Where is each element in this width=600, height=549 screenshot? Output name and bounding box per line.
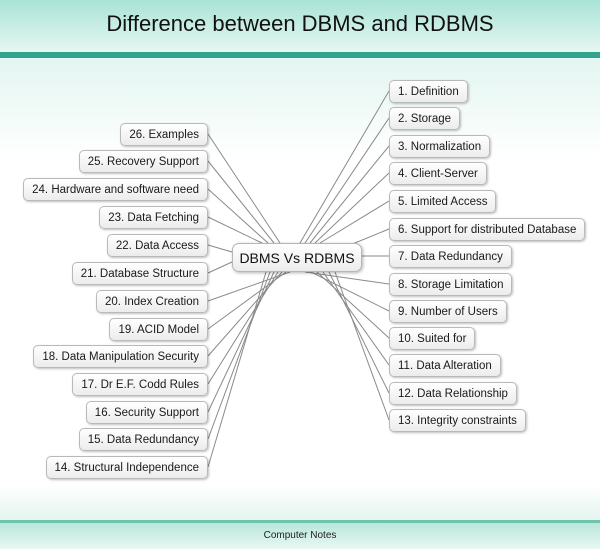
connector-line-right: [316, 271, 390, 339]
branch-node-right[interactable]: 7. Data Redundancy: [389, 244, 512, 268]
connector-line-right: [319, 200, 390, 244]
connector-line-right: [328, 271, 390, 394]
branch-node-left[interactable]: 24. Hardware and software need: [23, 177, 208, 201]
connector-line-left: [207, 188, 269, 244]
branch-node-right[interactable]: 12. Data Relationship: [389, 381, 517, 405]
branch-node-left[interactable]: 17. Dr E.F. Codd Rules: [72, 372, 208, 396]
connector-line-right: [309, 145, 390, 244]
branch-node-right[interactable]: 6. Support for distributed Database: [389, 217, 586, 241]
branch-node-left[interactable]: 21. Database Structure: [71, 261, 208, 285]
connector-line-right: [304, 117, 390, 244]
branch-node-left[interactable]: 14. Structural Independence: [45, 455, 208, 479]
connector-line-left: [207, 244, 233, 253]
branch-node-right[interactable]: 10. Suited for: [389, 326, 476, 350]
connector-line-left: [207, 261, 233, 274]
branch-node-right[interactable]: 2. Storage: [389, 106, 461, 130]
connector-line-left: [207, 271, 271, 440]
branch-node-left[interactable]: 16. Security Support: [85, 400, 208, 424]
branch-node-right[interactable]: 5. Limited Access: [389, 189, 497, 213]
footer-text: Computer Notes: [263, 530, 337, 541]
branch-node-left[interactable]: 15. Data Redundancy: [78, 427, 208, 451]
branch-node-left[interactable]: 20. Index Creation: [96, 289, 208, 313]
connector-line-left: [207, 133, 281, 244]
branch-node-left[interactable]: 19. ACID Model: [109, 317, 208, 341]
connector-line-left: [207, 160, 275, 244]
branch-node-right[interactable]: 9. Number of Users: [389, 299, 507, 323]
connector-line-left: [207, 271, 275, 413]
connector-line-right: [322, 271, 390, 366]
footer-background: [0, 485, 600, 521]
branch-node-left[interactable]: 25. Recovery Support: [78, 149, 208, 173]
connector-line-right: [304, 271, 390, 285]
center-node[interactable]: DBMS Vs RDBMS: [232, 243, 362, 272]
branch-node-right[interactable]: 1. Definition: [389, 79, 468, 103]
connector-line-right: [299, 90, 390, 244]
footer: Computer Notes: [0, 523, 600, 549]
branch-node-right[interactable]: 8. Storage Limitation: [389, 272, 513, 296]
branch-node-left[interactable]: 22. Data Access: [106, 233, 208, 257]
branch-node-left[interactable]: 23. Data Fetching: [99, 205, 208, 229]
branch-node-right[interactable]: 13. Integrity constraints: [389, 408, 526, 432]
branch-node-right[interactable]: 4. Client-Server: [389, 161, 487, 185]
branch-node-right[interactable]: 3. Normalization: [389, 134, 491, 158]
branch-node-left[interactable]: 18. Data Manipulation Security: [33, 344, 208, 368]
branch-node-right[interactable]: 11. Data Alteration: [389, 353, 501, 377]
branch-node-left[interactable]: 26. Examples: [120, 122, 208, 146]
connector-line-right: [334, 271, 390, 421]
